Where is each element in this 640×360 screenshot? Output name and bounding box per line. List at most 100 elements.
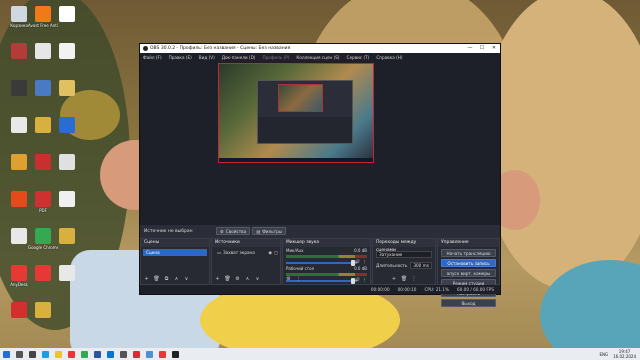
desktop-app-icon: [35, 117, 51, 133]
remove-source-button[interactable]: 🗑: [224, 276, 231, 282]
menu-item[interactable]: Файл (F): [143, 55, 162, 60]
add-source-button[interactable]: +: [214, 276, 221, 282]
source-list-item[interactable]: ▭ Захват экрана ◉ ▢: [214, 249, 278, 256]
dock-row: Сцены Сцена + 🗑 ⧉ ∧ ∨ Источники ▭ Захват…: [140, 238, 500, 307]
scene-list-item[interactable]: Сцена: [143, 249, 207, 256]
pdf-taskbar-button[interactable]: [130, 348, 143, 360]
minimize-button[interactable]: —: [464, 44, 476, 53]
menu-bar: Файл (F) Правка (E) Вид (V) Док-панели (D) П…: [140, 53, 500, 61]
sources-toolbar: + 🗑 ⚙ ∧ ∨: [214, 275, 278, 283]
move-scene-down-button[interactable]: ∨: [183, 276, 190, 282]
properties-label: Свойства: [225, 228, 247, 234]
add-transition-button[interactable]: +: [391, 276, 398, 282]
preview-canvas[interactable]: [218, 63, 374, 163]
source-properties-button[interactable]: ⚙: [234, 276, 241, 282]
volume-slider-knob[interactable]: [350, 259, 355, 266]
edge-taskbar-button[interactable]: [39, 348, 52, 360]
obs-window: OBS 30.0.2 - Профиль: Без названия - Сце…: [139, 43, 501, 307]
obs-taskbar-button[interactable]: [169, 348, 182, 360]
language-indicator[interactable]: ENG: [599, 352, 608, 357]
menu-item[interactable]: Вид (V): [199, 55, 215, 60]
desktop-icon-label: PDF: [39, 208, 47, 213]
desktop-icon[interactable]: [52, 154, 82, 171]
desktop-icon[interactable]: [52, 265, 82, 282]
yandex-taskbar-button[interactable]: [65, 348, 78, 360]
system-tray: ENG 19:47 16.02.2024: [599, 348, 636, 360]
speaker-icon[interactable]: 🔊: [355, 260, 361, 265]
menu-item[interactable]: Сервис (T): [347, 55, 370, 60]
menu-item[interactable]: Коллекция сцен (S): [296, 55, 339, 60]
mixer-settings-button[interactable]: ⚙: [285, 276, 292, 282]
add-scene-button[interactable]: +: [143, 276, 150, 282]
desktop-icon[interactable]: [28, 302, 58, 319]
preview-nested-docks: [258, 117, 352, 143]
desktop-icon-label: AnyDesk: [10, 282, 28, 287]
anydesk-taskbar-button[interactable]: [156, 348, 169, 360]
filters-button[interactable]: ▤ Фильтры: [252, 227, 287, 235]
photos-taskbar-button[interactable]: [143, 348, 156, 360]
visibility-eye-icon[interactable]: ◉: [268, 249, 272, 256]
lock-icon[interactable]: ▢: [274, 249, 278, 256]
control-button[interactable]: Начать трансляцию: [441, 249, 496, 257]
chrome-icon: [81, 350, 88, 358]
start-icon: [3, 350, 10, 358]
mixer-toolbar: ⚙ ⋮: [285, 275, 368, 283]
start-taskbar-button[interactable]: [0, 348, 13, 360]
scene-transitions-dock: Переходы между сценами Затухание Длитель…: [372, 238, 436, 285]
control-button[interactable]: Остановить запись: [441, 259, 496, 267]
channel-menu-icon[interactable]: ⋮: [363, 260, 368, 265]
remove-scene-button[interactable]: 🗑: [153, 276, 160, 282]
preview-nested-obs-window: [257, 80, 353, 144]
menu-item[interactable]: Док-панели (D): [222, 55, 256, 60]
desktop-icon[interactable]: [52, 6, 82, 23]
control-button[interactable]: апуск вирт. камеры: [441, 269, 496, 277]
move-source-down-button[interactable]: ∨: [254, 276, 261, 282]
search-taskbar-button[interactable]: [13, 348, 26, 360]
desktop-icon[interactable]: [52, 228, 82, 245]
chrome-taskbar-button[interactable]: [78, 348, 91, 360]
desktop-app-icon: [59, 6, 75, 22]
desktop-app-icon: [11, 154, 27, 170]
taskbar: ENG 19:47 16.02.2024: [0, 348, 640, 360]
scene-transitions-title: Переходы между сценами: [373, 239, 435, 253]
desktop-icon[interactable]: [52, 191, 82, 208]
volume-meter: [286, 255, 367, 258]
audio-mixer-dock: Микшер звука Мик/Aux 0.0 dB 🔊 ⋮ Рабочий …: [282, 238, 371, 285]
move-scene-up-button[interactable]: ∧: [173, 276, 180, 282]
properties-button[interactable]: ⚙ Свойства: [216, 227, 251, 235]
desktop-app-icon: [35, 6, 51, 22]
scene-filters-button[interactable]: ⧉: [163, 276, 170, 282]
remove-transition-button[interactable]: 🗑: [401, 276, 408, 282]
transition-menu-button[interactable]: ⋮: [411, 276, 418, 282]
store-taskbar-button[interactable]: [117, 348, 130, 360]
desktop-app-icon: [35, 154, 51, 170]
desktop-icon[interactable]: [52, 43, 82, 60]
channel-name: Рабочий стол: [286, 266, 315, 271]
mixer-menu-button[interactable]: ⋮: [295, 276, 302, 282]
volume-slider[interactable]: [286, 259, 355, 266]
obs-titlebar[interactable]: OBS 30.0.2 - Профиль: Без названия - Сце…: [140, 44, 500, 53]
stream-time: 00:00:00: [370, 287, 390, 292]
menu-item[interactable]: Правка (E): [169, 55, 192, 60]
menu-item[interactable]: Справка (H): [376, 55, 402, 60]
clock[interactable]: 19:47 16.02.2024: [613, 349, 636, 359]
wallpaper-child-hair-shape-2: [480, 0, 640, 290]
maximize-button[interactable]: ☐: [476, 44, 488, 53]
mail-icon: [107, 350, 114, 358]
menu-item[interactable]: Профиль (P): [262, 55, 289, 60]
desktop-app-icon: [59, 117, 75, 133]
mail-taskbar-button[interactable]: [104, 348, 117, 360]
transition-type-select[interactable]: Затухание: [376, 251, 432, 258]
duration-input[interactable]: 300 ms: [410, 262, 432, 269]
explorer-taskbar-button[interactable]: [52, 348, 65, 360]
desktop-icon[interactable]: [52, 80, 82, 97]
control-button[interactable]: Выход: [441, 299, 496, 307]
desktop-app-icon: [11, 302, 27, 318]
close-button[interactable]: ✕: [488, 44, 500, 53]
desktop-app-icon: [59, 43, 75, 59]
word-taskbar-button[interactable]: [91, 348, 104, 360]
move-source-up-button[interactable]: ∧: [244, 276, 251, 282]
desktop-icon[interactable]: [52, 117, 82, 134]
sources-dock: Источники ▭ Захват экрана ◉ ▢ + 🗑 ⚙ ∧ ∨: [211, 238, 281, 285]
task-view-taskbar-button[interactable]: [26, 348, 39, 360]
